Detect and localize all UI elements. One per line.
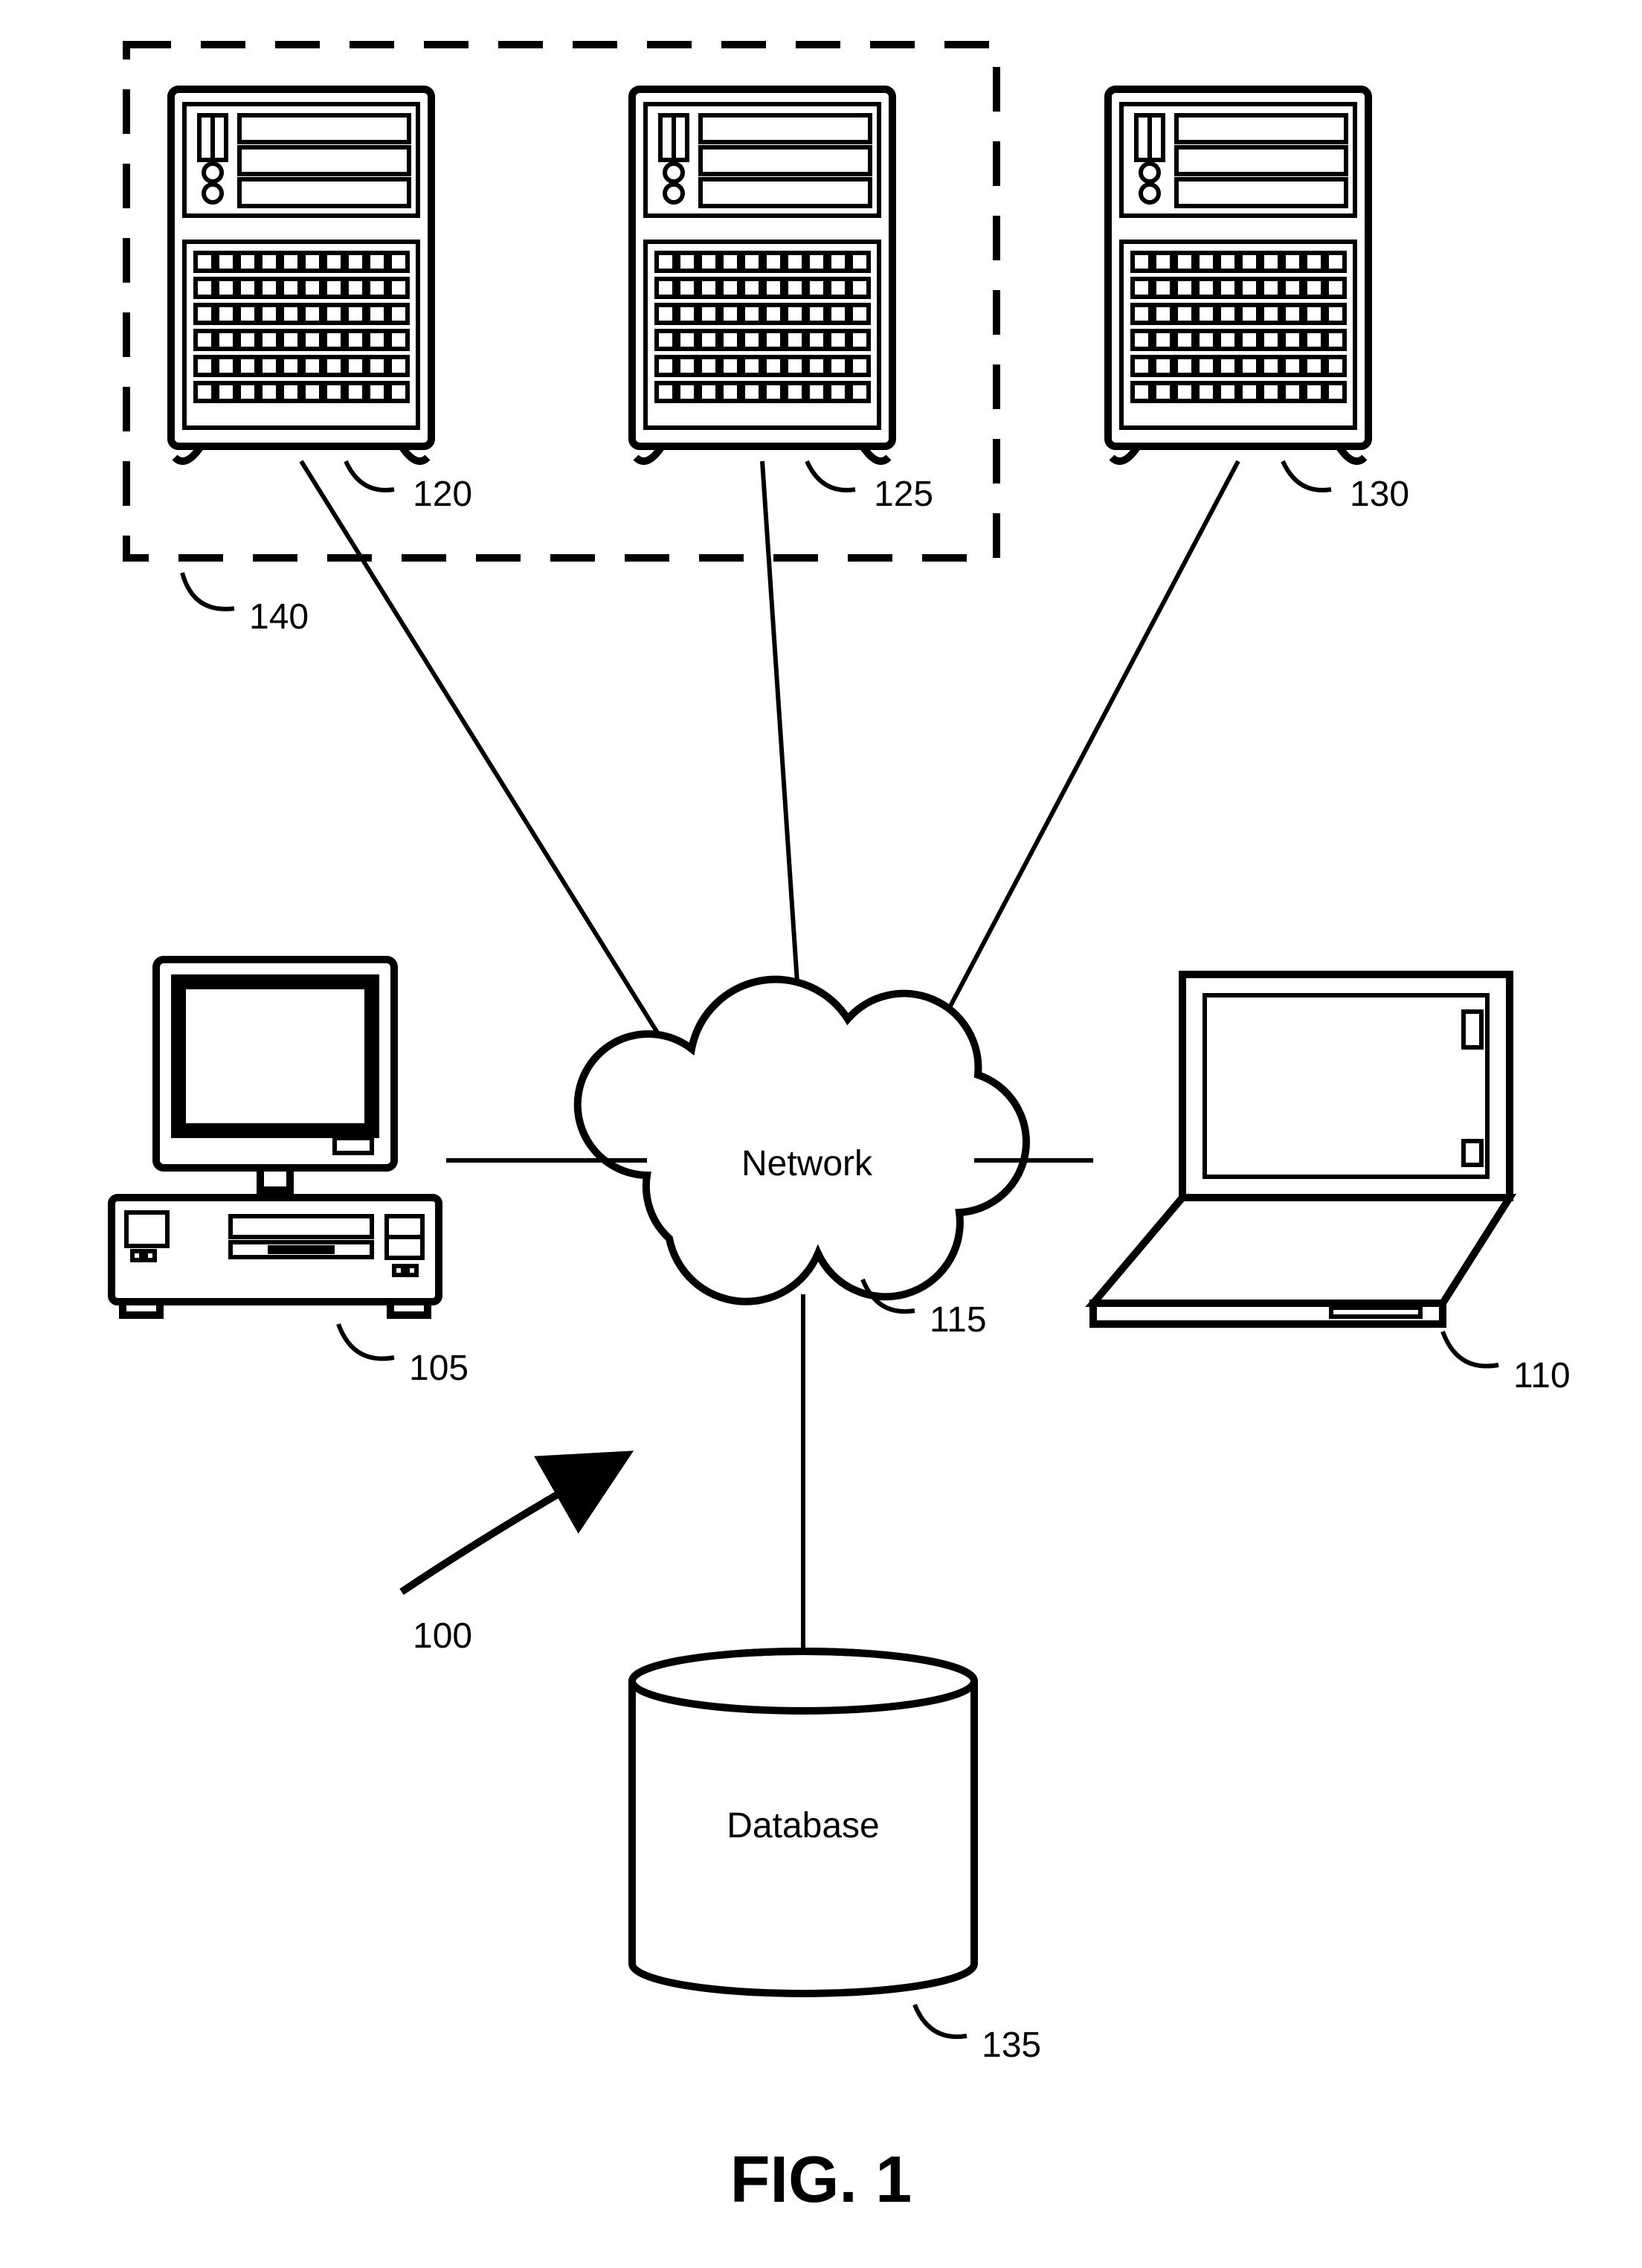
callout-serverA <box>346 461 394 490</box>
figure-caption: FIG. 1 <box>730 2142 912 2216</box>
callout-desktop <box>338 1324 394 1359</box>
callout-cluster <box>182 573 234 609</box>
ref-network: 115 <box>930 1300 987 1340</box>
ref-desktop: 105 <box>409 1349 469 1388</box>
database-label: Database <box>727 1806 879 1845</box>
ref-serverC: 130 <box>1350 475 1409 514</box>
server-a-icon <box>171 89 431 461</box>
server-c-icon <box>1108 89 1368 461</box>
callout-serverB <box>807 461 855 490</box>
callout-serverC <box>1283 461 1331 490</box>
desktop-icon <box>112 960 439 1315</box>
ref-cluster: 140 <box>249 597 309 637</box>
server-b-icon <box>632 89 892 461</box>
ref-serverB: 125 <box>874 475 933 514</box>
system-ref-arrow <box>402 1473 595 1592</box>
figure-1-diagram: Network <box>0 0 1642 2268</box>
network-label: Network <box>741 1144 873 1183</box>
ref-laptop: 110 <box>1513 1356 1571 1395</box>
ref-serverA: 120 <box>413 475 472 514</box>
callout-database <box>915 2005 967 2037</box>
callout-laptop <box>1443 1331 1498 1366</box>
ref-database: 135 <box>982 2026 1041 2065</box>
ref-system: 100 <box>413 1616 472 1656</box>
laptop-icon <box>1093 974 1510 1324</box>
network-cloud-icon <box>578 980 1026 1302</box>
